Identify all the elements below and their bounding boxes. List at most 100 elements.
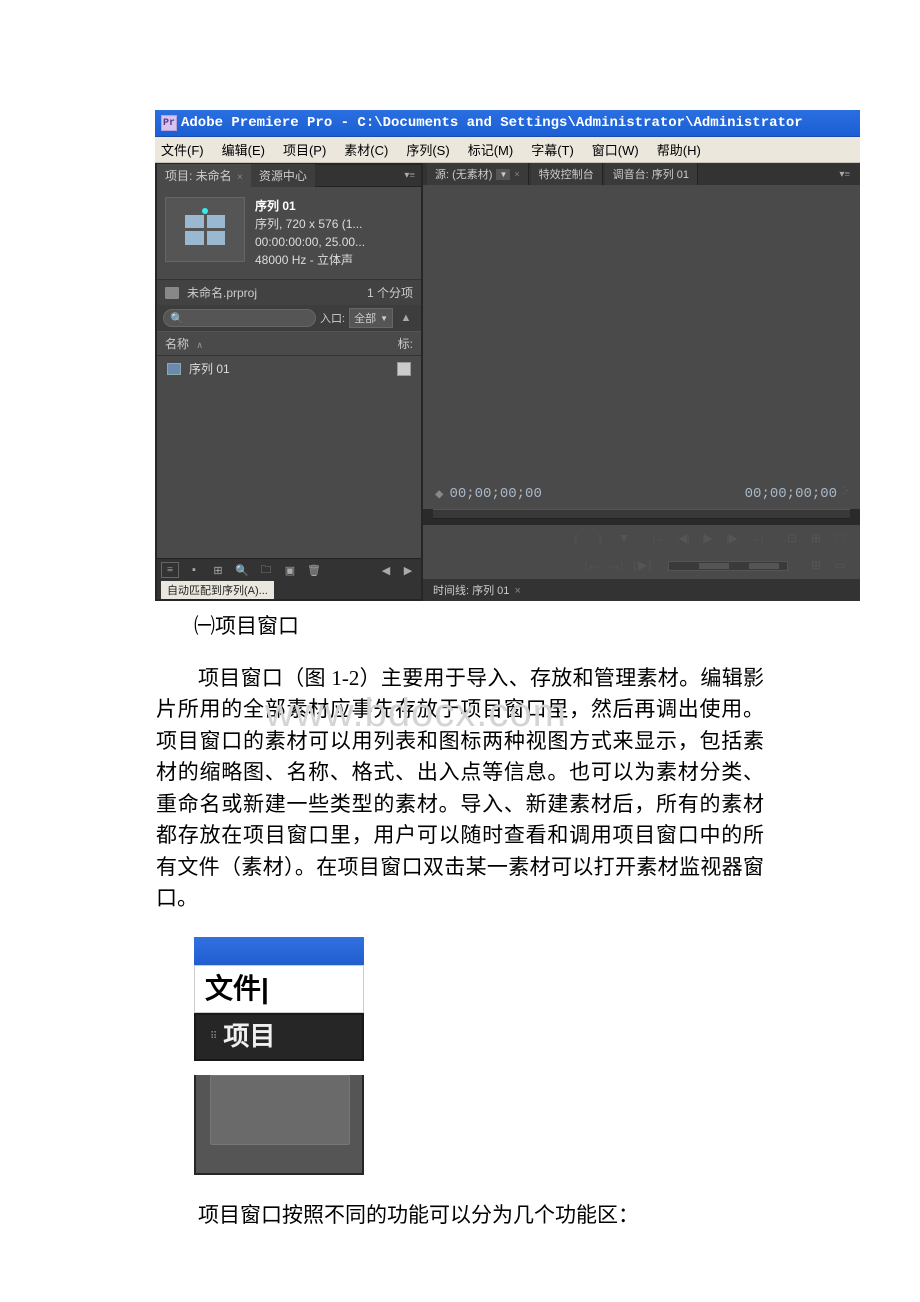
project-icon — [165, 287, 179, 299]
entry-label: 入口: — [320, 310, 345, 326]
next-icon[interactable]: ▶ — [399, 562, 417, 578]
menu-window[interactable]: 窗口(W) — [592, 140, 639, 159]
menu-edit[interactable]: 编辑(E) — [222, 140, 265, 159]
icon-view-icon[interactable]: ▪ — [185, 562, 203, 578]
timecode-duration: 00;00;00;00 — [745, 486, 837, 503]
close-icon[interactable]: × — [514, 585, 520, 597]
menu-project[interactable]: 项目(P) — [283, 140, 326, 159]
shuttle-slider[interactable] — [668, 561, 788, 571]
export-icon[interactable]: ⬚ — [832, 531, 848, 546]
project-panel: 项目: 未命名 × 资源中心 ▾≡ 序列 01 序列 — [155, 163, 423, 601]
entry-value: 全部 — [354, 310, 376, 326]
item-name: 序列 01 — [189, 360, 230, 377]
project-filename: 未命名.prproj — [187, 284, 257, 301]
menu-file[interactable]: 文件(F) — [161, 140, 204, 159]
crop-text-file: 文件 — [205, 968, 261, 1010]
source-panel: 源: (无素材) ▼ × 特效控制台 调音台: 序列 01 ▾≡ ◆ 00;00… — [423, 163, 860, 601]
output-icon[interactable]: ▭ — [832, 558, 848, 573]
search-icon: 🔍 — [170, 312, 184, 325]
shuttle-row: |← →| {▶} ⊞ ▭ — [423, 552, 860, 579]
insert-icon[interactable]: ⊡ — [784, 531, 800, 546]
col-name[interactable]: 名称 — [165, 337, 189, 351]
marker-icon: ◆ — [435, 486, 443, 503]
marker-add-icon[interactable]: ▼ — [616, 531, 632, 546]
in-point-icon[interactable]: { — [568, 531, 584, 546]
sequence-thumbnail — [165, 197, 245, 262]
paragraph-1: 项目窗口（图 1-2）主要用于导入、存放和管理素材。编辑影片所用的全部素材应事先… — [156, 663, 764, 915]
chevron-down-icon: ▼ — [380, 314, 388, 323]
new-bin-icon[interactable]: 🗀 — [257, 562, 275, 578]
tag-swatch — [397, 362, 411, 376]
tab-project-label: 项目: 未命名 — [165, 169, 232, 183]
window-title: Adobe Premiere Pro - C:\Documents and Se… — [181, 115, 803, 131]
tab-resource[interactable]: 资源中心 — [251, 164, 315, 187]
menu-marker[interactable]: 标记(M) — [468, 140, 514, 159]
close-icon[interactable]: × — [514, 169, 519, 179]
app-icon: Pr — [161, 115, 177, 131]
tab-mixer[interactable]: 调音台: 序列 01 — [605, 163, 698, 185]
trash-icon[interactable]: 🗑 — [305, 562, 323, 578]
monitor-viewport — [423, 185, 860, 480]
menu-title[interactable]: 字幕(T) — [531, 140, 574, 159]
bin-list: 序列 01 — [157, 356, 421, 558]
list-view-icon[interactable]: ≡ — [161, 562, 179, 578]
out-point-icon[interactable]: } — [592, 531, 608, 546]
new-item-icon[interactable]: ▣ — [281, 562, 299, 578]
goto-in-icon[interactable]: |← — [652, 531, 668, 546]
preview-line1: 序列, 720 x 576 (1... — [255, 215, 365, 233]
up-icon[interactable]: ▲ — [397, 310, 415, 326]
overwrite-icon[interactable]: ⊞ — [808, 531, 824, 546]
tab-source[interactable]: 源: (无素材) ▼ × — [427, 163, 529, 185]
options-icon[interactable]: ⴾ — [843, 486, 848, 503]
menu-help[interactable]: 帮助(H) — [657, 140, 701, 159]
item-count: 1 个分项 — [367, 284, 413, 301]
panel-menu-icon[interactable]: ▾≡ — [398, 168, 421, 183]
timecode-current[interactable]: 00;00;00;00 — [449, 486, 541, 503]
auto-icon[interactable]: ⊞ — [209, 562, 227, 578]
timeline-tab-row: 时间线: 序列 01 × — [423, 579, 860, 601]
next-mark-icon[interactable]: →| — [608, 558, 624, 573]
col-tag[interactable]: 标: — [398, 335, 413, 352]
preview-info: 序列 01 序列, 720 x 576 (1... 00:00:00:00, 2… — [255, 197, 365, 269]
close-icon[interactable]: × — [237, 172, 243, 183]
safe-margins-icon[interactable]: ⊞ — [808, 558, 824, 573]
tab-project[interactable]: 项目: 未命名 × — [157, 164, 251, 187]
panel-menu-icon[interactable]: ▾≡ — [833, 167, 856, 182]
preview-line3: 48000 Hz - 立体声 — [255, 251, 365, 269]
tab-source-label: 源: (无素材) — [435, 166, 492, 182]
step-back-icon[interactable]: ◀| — [676, 531, 692, 546]
cropped-screenshot: 文件| ⠿ 项目 — [194, 937, 364, 1175]
scrub-bar[interactable] — [433, 509, 850, 519]
loop-icon[interactable]: {▶} — [632, 558, 648, 573]
preview-line2: 00:00:00:00, 25.00... — [255, 233, 365, 251]
tab-timeline[interactable]: 时间线: 序列 01 × — [429, 581, 525, 599]
tab-timeline-label: 时间线: 序列 01 — [433, 585, 509, 597]
transport-controls: { } ▼ |← ◀| ▶ |▶ →| ⊡ ⊞ ⬚ — [423, 525, 860, 552]
timecode-row: ◆ 00;00;00;00 00;00;00;00 ⴾ — [423, 480, 860, 509]
tab-effects[interactable]: 特效控制台 — [531, 163, 603, 185]
entry-dropdown[interactable]: 全部 ▼ — [349, 308, 393, 328]
preview-name: 序列 01 — [255, 197, 365, 215]
title-bar: Pr Adobe Premiere Pro - C:\Documents and… — [155, 110, 860, 137]
play-icon[interactable]: ▶ — [700, 531, 716, 546]
project-toolbar: ≡ ▪ ⊞ 🔍 🗀 ▣ 🗑 ◀ ▶ — [157, 558, 421, 581]
list-item[interactable]: 序列 01 — [157, 356, 421, 381]
goto-out-icon[interactable]: →| — [748, 531, 764, 546]
step-fwd-icon[interactable]: |▶ — [724, 531, 740, 546]
prev-mark-icon[interactable]: |← — [584, 558, 600, 573]
section-heading: ㈠项目窗口 — [194, 611, 764, 643]
prev-icon[interactable]: ◀ — [377, 562, 395, 578]
project-file-row: 未命名.prproj 1 个分项 — [157, 279, 421, 305]
paragraph-2: 项目窗口按照不同的功能可以分为几个功能区： — [156, 1199, 764, 1229]
menu-clip[interactable]: 素材(C) — [344, 140, 388, 159]
chevron-down-icon[interactable]: ▼ — [496, 169, 510, 180]
find-icon[interactable]: 🔍 — [233, 562, 251, 578]
preview-area: 序列 01 序列, 720 x 576 (1... 00:00:00:00, 2… — [157, 187, 421, 279]
premiere-screenshot: Pr Adobe Premiere Pro - C:\Documents and… — [155, 110, 860, 601]
menu-sequence[interactable]: 序列(S) — [406, 140, 449, 159]
panel-grip-icon: ⠿ — [210, 1032, 217, 1042]
search-input[interactable]: 🔍 — [163, 309, 316, 327]
bottom-strip: 自动匹配到序列(A)... — [157, 581, 421, 599]
menu-bar: 文件(F) 编辑(E) 项目(P) 素材(C) 序列(S) 标记(M) 字幕(T… — [155, 137, 860, 163]
auto-match-tooltip: 自动匹配到序列(A)... — [161, 581, 274, 599]
